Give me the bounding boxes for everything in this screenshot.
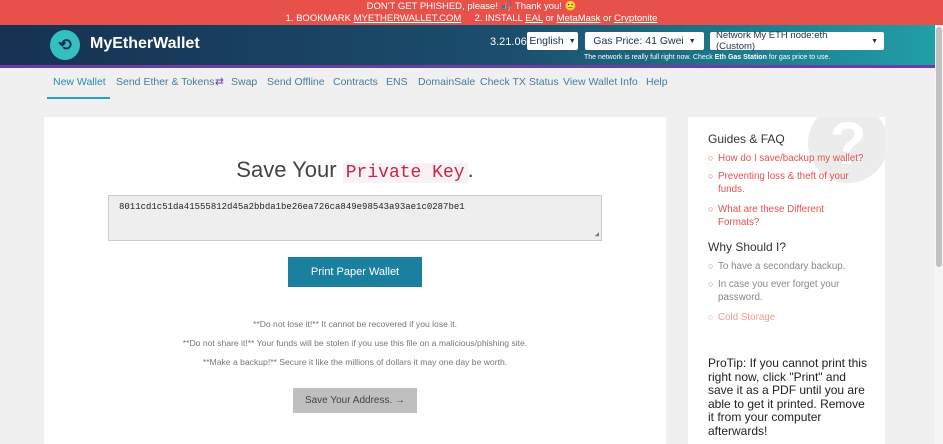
metamask-link[interactable]: MetaMask [557, 13, 601, 24]
active-tab-underline [47, 97, 110, 99]
nav-help[interactable]: Help [646, 76, 668, 88]
guide-link-backup[interactable]: ○ How do I save/backup my wallet? [708, 152, 868, 165]
save-private-key-panel: Save Your Private Key. 8011cd1c51da41555… [44, 117, 666, 444]
language-dropdown[interactable]: English ▼ [527, 32, 578, 50]
nav-ens[interactable]: ENS [386, 76, 408, 88]
banner-line-1: DON'T GET PHISHED, please! 🎣 Thank you! … [366, 1, 577, 12]
main-nav: New Wallet Send Ether & Tokens ⇄ Swap Se… [0, 68, 943, 99]
bookmark-link[interactable]: MYETHERWALLET.COM [354, 13, 462, 24]
version-label: 3.21.06 [490, 36, 527, 48]
eth-gas-station-link[interactable]: Eth Gas Station [715, 54, 767, 61]
private-key-textarea[interactable]: 8011cd1c51da41555812d45a2bbda1be26ea726c… [108, 195, 602, 241]
bullet-icon: ○ [708, 312, 714, 322]
nav-send-ether-tokens[interactable]: Send Ether & Tokens [116, 76, 214, 88]
guide-link-formats[interactable]: ○ What are these Different Formats? [708, 203, 868, 229]
nav-view-wallet-info[interactable]: View Wallet Info [563, 76, 638, 88]
bullet-icon: ○ [708, 204, 714, 214]
nav-contracts[interactable]: Contracts [333, 76, 378, 88]
nav-domainsale[interactable]: DomainSale [418, 76, 475, 88]
guide-link-prevent-loss[interactable]: ○ Preventing loss & theft of your funds. [708, 170, 868, 196]
scrollbar-thumb[interactable] [936, 27, 942, 267]
header: ⟲ MyEtherWallet 3.21.06 English ▼ Gas Pri… [0, 25, 943, 65]
caret-down-icon: ▼ [568, 37, 576, 45]
bullet-icon: ○ [708, 261, 714, 271]
page-scrollbar[interactable] [935, 25, 943, 444]
mew-logo-icon[interactable]: ⟲ [50, 30, 80, 60]
nav-swap[interactable]: Swap [231, 76, 257, 88]
resize-handle-icon[interactable]: ◢ [595, 230, 599, 239]
nav-check-tx-status[interactable]: Check TX Status [480, 76, 559, 88]
cryptonite-link[interactable]: Cryptonite [614, 13, 657, 24]
bullet-icon: ○ [708, 279, 714, 289]
sidebar-panel: ? Guides & FAQ ○ How do I save/backup my… [688, 117, 885, 444]
cold-storage-link[interactable]: ○ Cold Storage [708, 311, 868, 324]
why-should-i-heading: Why Should I? [708, 240, 787, 254]
caret-down-icon: ▼ [688, 37, 696, 45]
phishing-banner: DON'T GET PHISHED, please! 🎣 Thank you! … [0, 0, 943, 25]
print-paper-wallet-button[interactable]: Print Paper Wallet [288, 257, 422, 287]
warning-make-backup: **Make a backup!** Secure it like the mi… [202, 357, 508, 367]
warning-do-not-lose: **Do not lose it!** It cannot be recover… [253, 319, 457, 329]
gas-price-dropdown[interactable]: Gas Price: 41 Gwei ▼ [585, 32, 704, 50]
caret-down-icon: ▼ [871, 37, 878, 45]
page-title: Save Your Private Key. [236, 157, 474, 183]
bullet-icon: ○ [708, 153, 714, 163]
banner-line-2: 1. BOOKMARK MYETHERWALLET.COM 2. INSTALL… [285, 13, 658, 24]
bullet-icon: ○ [708, 171, 714, 181]
nav-new-wallet[interactable]: New Wallet [53, 76, 106, 88]
save-your-address-button[interactable]: Save Your Address. → [293, 388, 417, 413]
why-item-secondary-backup: ○ To have a secondary backup. [708, 261, 846, 272]
guides-faq-heading: Guides & FAQ [708, 132, 785, 146]
swap-icon: ⇄ [215, 76, 224, 88]
warning-do-not-share: **Do not share it!** Your funds will be … [182, 338, 528, 348]
nav-send-offline[interactable]: Send Offline [267, 76, 325, 88]
brand-name[interactable]: MyEtherWallet [90, 35, 200, 53]
protip-text: ProTip: If you cannot print this right n… [708, 356, 867, 438]
network-congestion-note: The network is really full right now. Ch… [584, 54, 831, 61]
eal-link[interactable]: EAL [525, 13, 543, 24]
network-dropdown[interactable]: Network My ETH node:eth (Custom) ▼ [710, 30, 884, 52]
why-item-forget-password: ○ In case you ever forget your password. [708, 279, 840, 303]
